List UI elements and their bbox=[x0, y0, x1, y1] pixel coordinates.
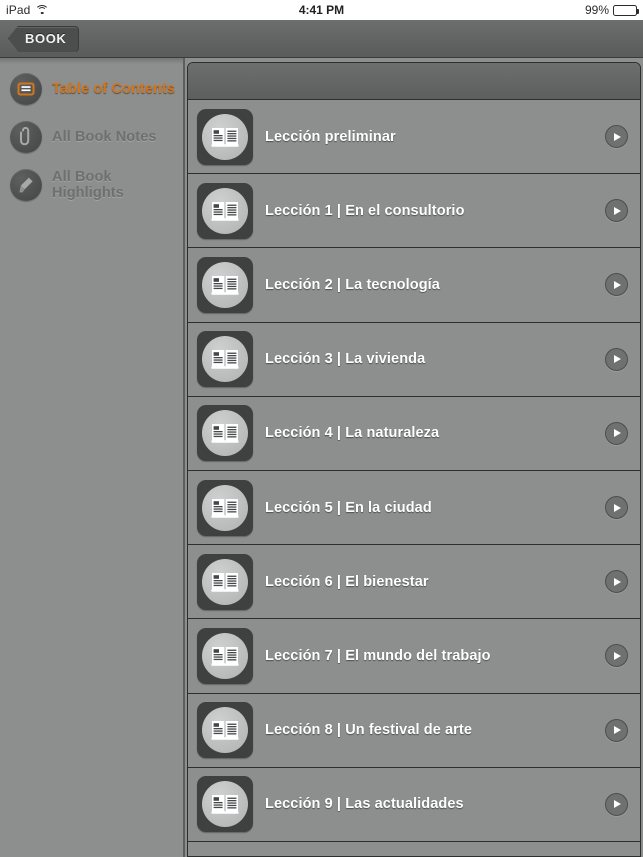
open-book-icon bbox=[197, 331, 253, 388]
row-label: Lección preliminar bbox=[265, 128, 396, 145]
play-icon[interactable] bbox=[605, 347, 628, 371]
sidebar: Table of Contents All Book Notes All Boo… bbox=[0, 58, 185, 857]
back-to-book-button[interactable]: BOOK bbox=[8, 25, 80, 52]
sidebar-item-all-book-highlights[interactable]: All Book Highlights bbox=[0, 161, 183, 209]
play-icon[interactable] bbox=[605, 273, 628, 297]
open-book-icon bbox=[197, 553, 253, 610]
open-book-icon bbox=[197, 776, 253, 833]
open-book-icon bbox=[197, 405, 253, 462]
open-book-icon bbox=[197, 108, 253, 165]
open-book-icon bbox=[197, 479, 253, 536]
highlighter-icon bbox=[10, 169, 42, 201]
row-label: Lección 5 | En la ciudad bbox=[265, 499, 432, 516]
open-book-icon bbox=[197, 627, 253, 684]
row-label: Lección 2 | La tecnología bbox=[265, 276, 440, 293]
play-icon[interactable] bbox=[605, 496, 628, 520]
status-bar-clock: 4:41 PM bbox=[298, 3, 345, 17]
row-label: Lección 6 | El bienestar bbox=[265, 573, 429, 590]
table-of-contents-row[interactable]: Lección 7 | El mundo del trabajo bbox=[188, 619, 640, 694]
play-icon[interactable] bbox=[605, 199, 628, 223]
sidebar-item-label: All Book Highlights bbox=[52, 169, 124, 201]
main-panel: Lección preliminar Lección 1 | En el con… bbox=[185, 58, 643, 857]
row-label: Lección 7 | El mundo del trabajo bbox=[265, 647, 491, 664]
sidebar-item-label: Table of Contents bbox=[52, 81, 176, 97]
table-of-contents-row[interactable]: Lección 4 | La naturaleza bbox=[188, 396, 640, 471]
row-label: Lección 3 | La vivienda bbox=[265, 351, 426, 368]
table-of-contents-row[interactable]: Lección 5 | En la ciudad bbox=[188, 470, 640, 546]
status-bar: iPad 4:41 PM 99% bbox=[0, 0, 643, 20]
play-icon[interactable] bbox=[605, 644, 628, 668]
table-of-contents-row[interactable]: Lección 1 | En el consultorio bbox=[188, 174, 640, 249]
play-icon[interactable] bbox=[605, 792, 628, 816]
table-of-contents-row[interactable]: Lección 3 | La vivienda bbox=[188, 322, 640, 397]
status-bar-right: 99% bbox=[584, 3, 640, 17]
table-of-contents-row[interactable]: Lección 2 | La tecnología bbox=[188, 248, 640, 323]
row-label: Lección 4 | La naturaleza bbox=[265, 425, 440, 442]
open-book-icon bbox=[197, 702, 253, 759]
play-icon[interactable] bbox=[605, 718, 628, 742]
battery-percent-label: 99% bbox=[584, 3, 609, 17]
navigation-bar: BOOK bbox=[0, 20, 643, 58]
sidebar-item-label: All Book Notes bbox=[52, 129, 157, 145]
table-of-contents-row[interactable]: Lección preliminar bbox=[188, 100, 640, 175]
battery-icon bbox=[613, 4, 640, 16]
table-of-contents-panel: Lección preliminar Lección 1 | En el con… bbox=[187, 62, 641, 857]
table-of-contents-row[interactable]: Lección 9 | Las actualidades bbox=[188, 767, 640, 842]
open-book-icon bbox=[197, 182, 253, 239]
table-of-contents-row[interactable]: Lección 6 | El bienestar bbox=[188, 545, 640, 620]
book-icon bbox=[10, 73, 42, 105]
paperclip-icon bbox=[10, 121, 42, 153]
play-icon[interactable] bbox=[605, 570, 628, 594]
content-area: Table of Contents All Book Notes All Boo… bbox=[0, 58, 643, 857]
play-icon[interactable] bbox=[605, 125, 628, 149]
open-book-icon bbox=[197, 256, 253, 313]
play-icon[interactable] bbox=[605, 421, 628, 445]
row-label: Lección 1 | En el consultorio bbox=[265, 202, 465, 219]
panel-header bbox=[188, 63, 640, 100]
table-of-contents-list[interactable]: Lección preliminar Lección 1 | En el con… bbox=[188, 100, 640, 842]
table-of-contents-row[interactable]: Lección 8 | Un festival de arte bbox=[188, 693, 640, 768]
sidebar-item-all-book-notes[interactable]: All Book Notes bbox=[0, 113, 183, 161]
sidebar-item-table-of-contents[interactable]: Table of Contents bbox=[0, 65, 183, 113]
row-label: Lección 8 | Un festival de arte bbox=[265, 722, 473, 739]
row-label: Lección 9 | Las actualidades bbox=[265, 796, 464, 813]
back-button-label: BOOK bbox=[25, 31, 67, 46]
